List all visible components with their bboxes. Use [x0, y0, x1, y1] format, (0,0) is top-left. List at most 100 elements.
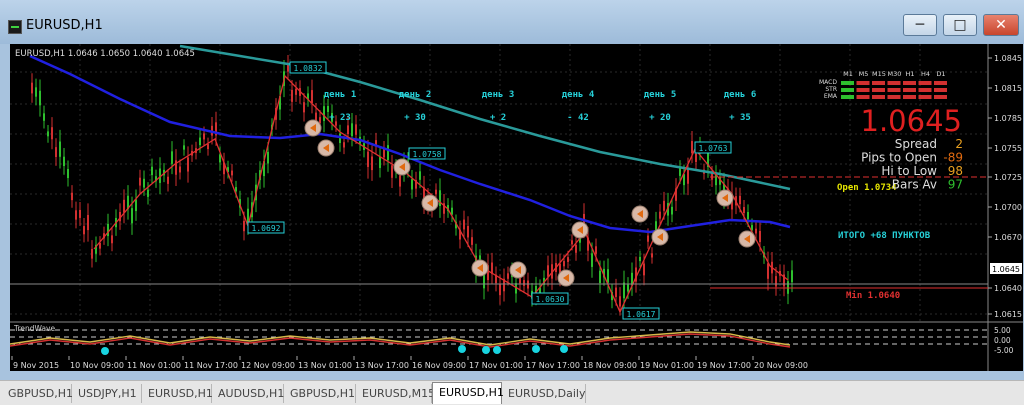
- price-scale: 1.0845 1.0815 1.0785 1.0755 1.0725 1.0700 1.06…: [988, 54, 1022, 355]
- price-scale-label: 1.0785: [994, 114, 1022, 123]
- candle-body: [499, 284, 501, 296]
- swing-price-box: 1.0763: [694, 141, 732, 154]
- candle-body: [31, 82, 33, 94]
- svg-text:1.0630: 1.0630: [536, 295, 565, 304]
- candle-body: [143, 178, 145, 188]
- price-scale-label: 1.0640: [994, 284, 1022, 293]
- candle-body: [567, 257, 569, 262]
- chart-tab[interactable]: EURUSD,M15: [356, 384, 435, 403]
- svg-text:1.0832: 1.0832: [294, 64, 323, 73]
- chart-tab[interactable]: AUDUSD,H1: [212, 384, 284, 403]
- signal-row-label: MACD: [819, 79, 837, 86]
- candle-body: [383, 149, 385, 158]
- signal-cell: [872, 88, 885, 92]
- time-scale-label: 18 Nov 09:00: [583, 361, 637, 370]
- day-label: день 6: [724, 90, 757, 100]
- svg-text:1.0763: 1.0763: [699, 144, 728, 153]
- candle-body: [687, 169, 689, 184]
- timeframe-label: M15: [872, 70, 886, 78]
- candle-body: [527, 280, 529, 289]
- indicator-level-label: 5.00: [994, 326, 1011, 335]
- chart-canvas[interactable]: 1.0832 1.0758 1.0692 1.0630 1.0617 1.0763 EUR…: [10, 44, 1023, 371]
- day-label: день 1: [324, 90, 357, 100]
- candle-body: [267, 151, 269, 164]
- time-scale-label: 17 Nov 17:00: [526, 361, 580, 370]
- signal-cell: [918, 88, 932, 92]
- candle-body: [99, 242, 101, 249]
- candle-body: [187, 157, 189, 172]
- candle-body: [123, 199, 125, 213]
- chart-tab[interactable]: GBPUSD,H1: [2, 384, 73, 403]
- price-scale-label: 1.0845: [994, 54, 1022, 63]
- trade-marker-icon: [557, 269, 575, 287]
- candle-body: [619, 296, 621, 307]
- candle-body: [207, 144, 209, 150]
- candle-body: [295, 88, 297, 95]
- title-bar[interactable]: EURUSD,H1 ─ □ ✕: [0, 0, 1024, 44]
- minimize-button[interactable]: ─: [903, 14, 937, 36]
- candle-body: [659, 211, 661, 219]
- candle-body: [623, 282, 625, 299]
- candle-body: [183, 145, 185, 150]
- time-scale-label: 11 Nov 17:00: [184, 361, 238, 370]
- trade-marker-icon: [571, 221, 589, 239]
- candle-body: [71, 192, 73, 201]
- candle-body: [43, 113, 45, 121]
- chart-tab[interactable]: EURUSD,H1: [432, 382, 504, 404]
- signal-cell: [856, 95, 870, 99]
- candle-body: [483, 274, 485, 289]
- candle-body: [627, 284, 629, 292]
- total-pips-label: ИТОГО +68 ПУНКТОВ: [838, 231, 931, 241]
- candle-body: [179, 166, 181, 173]
- stat-value: 98: [948, 164, 963, 178]
- candle-body: [575, 244, 577, 253]
- candle-body: [595, 246, 597, 254]
- candle-body: [767, 263, 769, 279]
- candle-body: [463, 219, 465, 230]
- trade-marker-icon: [651, 228, 669, 246]
- candle-body: [479, 255, 481, 260]
- trade-marker-icon: [421, 194, 439, 212]
- close-button[interactable]: ✕: [983, 14, 1019, 36]
- day-pips-label: + 20: [649, 113, 671, 123]
- time-scale-label: 19 Nov 17:00: [697, 361, 751, 370]
- chart-tab[interactable]: EURUSD,H1: [142, 384, 213, 403]
- candle-body: [775, 276, 777, 287]
- chart-tab[interactable]: EURUSD,Daily: [502, 384, 586, 403]
- candle-body: [343, 142, 345, 148]
- chart-tab[interactable]: USDJPY,H1: [72, 384, 142, 403]
- signal-cell: [841, 95, 854, 99]
- time-scale-label: 17 Nov 01:00: [469, 361, 523, 370]
- candle-body: [523, 280, 525, 286]
- candle-body: [647, 235, 649, 242]
- candle-body: [419, 171, 421, 180]
- candle-body: [607, 269, 609, 283]
- candle-body: [743, 207, 745, 214]
- candle-body: [91, 248, 93, 259]
- candle-body: [327, 106, 329, 112]
- signal-cell: [887, 81, 901, 85]
- signal-cell: [841, 88, 854, 92]
- stat-label: Bars Av: [892, 178, 937, 192]
- open-price-label: Open 1.0734: [837, 183, 897, 193]
- trade-marker-icon: [393, 158, 411, 176]
- trendwave-indicator: [10, 329, 988, 355]
- candle-body: [371, 156, 373, 171]
- candle-body: [671, 206, 673, 215]
- candle-body: [399, 175, 401, 187]
- candle-body: [311, 90, 313, 103]
- chart-tab[interactable]: GBPUSD,H1: [284, 384, 356, 403]
- signal-row-label: EMA: [824, 93, 838, 100]
- timeframe-label: M1: [843, 70, 853, 78]
- candle-body: [231, 170, 233, 176]
- time-scale-label: 13 Nov 17:00: [355, 361, 409, 370]
- candle-body: [51, 127, 53, 140]
- price-chart[interactable]: 1.0832 1.0758 1.0692 1.0630 1.0617 1.0763 EUR…: [10, 44, 1023, 371]
- timeframe-label: D1: [936, 70, 945, 78]
- price-scale-label: 1.0725: [994, 173, 1022, 182]
- day-pips-label: - 42: [567, 113, 589, 123]
- maximize-button[interactable]: □: [943, 14, 977, 36]
- time-scale-label: 16 Nov 09:00: [412, 361, 466, 370]
- big-price: 1.0645: [861, 104, 962, 138]
- slow-moving-average-line: [179, 44, 791, 191]
